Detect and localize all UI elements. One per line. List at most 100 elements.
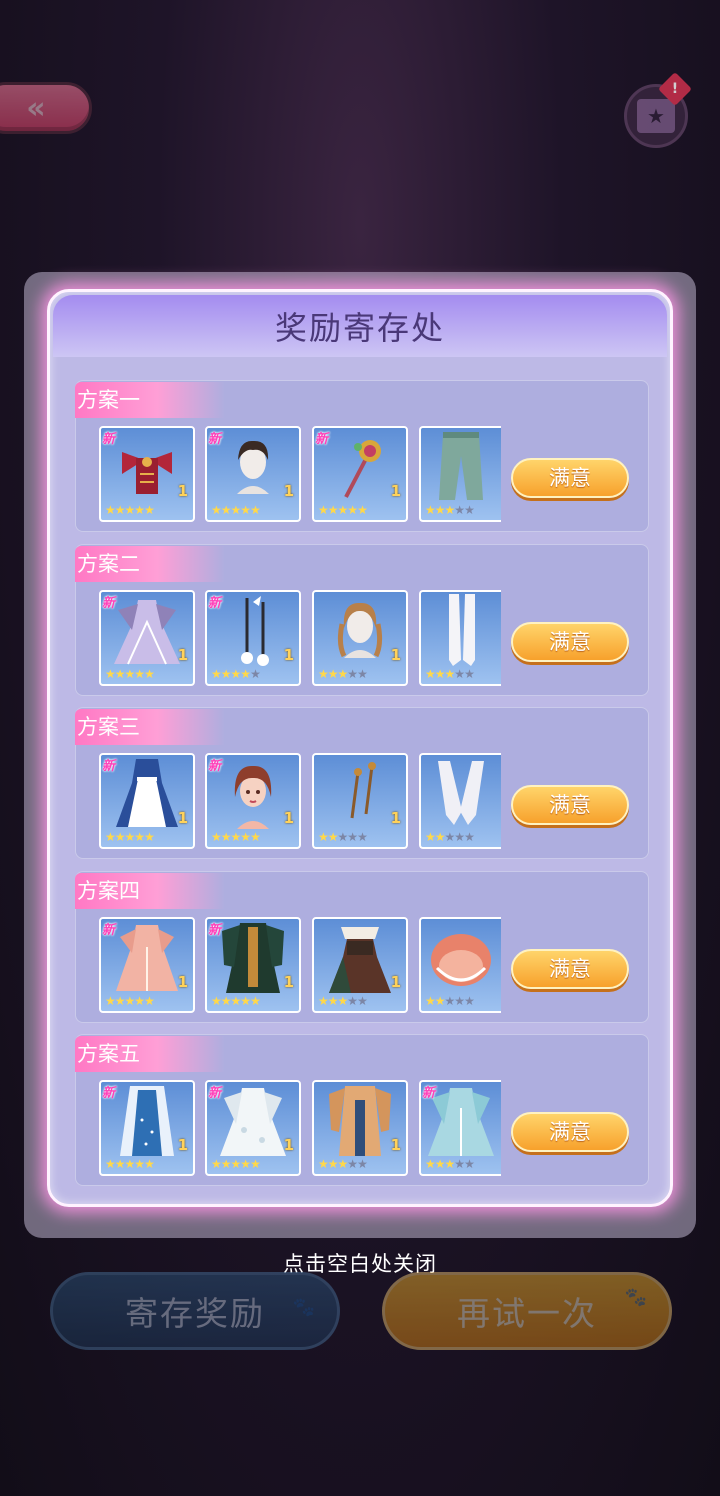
star-rating: ★★★★★ bbox=[318, 503, 368, 517]
maid-dress-icon bbox=[108, 755, 186, 837]
star-icon: ★ bbox=[105, 994, 116, 1008]
star-icon: ★ bbox=[464, 667, 475, 681]
star-icon: ★ bbox=[337, 503, 349, 517]
item-count: 1 bbox=[390, 1136, 401, 1154]
star-icon: ★ bbox=[220, 994, 232, 1008]
star-icon: ★ bbox=[318, 994, 329, 1008]
star-icon: ★ bbox=[327, 1157, 339, 1171]
star-icon: ★ bbox=[124, 667, 136, 681]
star-rating: ★★★★★ bbox=[318, 667, 368, 681]
star-icon: ★ bbox=[211, 503, 222, 517]
star-rating: ★★★★★ bbox=[105, 503, 155, 517]
star-rating: ★★★★★ bbox=[318, 830, 368, 844]
reward-item-peach-gown[interactable]: 新 1 ★★★★★ bbox=[99, 917, 195, 1013]
star-icon: ★ bbox=[425, 994, 436, 1008]
gift-box-button[interactable]: ★ ! bbox=[624, 72, 692, 148]
star-icon: ★ bbox=[318, 503, 329, 517]
star-icon: ★ bbox=[454, 503, 465, 517]
item-count: 1 bbox=[283, 973, 294, 991]
paw-icon: 🐾 bbox=[624, 1287, 649, 1308]
plan-label: 方案三 bbox=[75, 709, 225, 745]
reward-item-blue-robe[interactable]: 新 1 ★★★★★ bbox=[99, 1080, 195, 1176]
star-icon: ★ bbox=[444, 830, 456, 844]
item-count: 1 bbox=[177, 482, 188, 500]
star-icon: ★ bbox=[425, 1157, 436, 1171]
star-icon: ★ bbox=[347, 503, 358, 517]
new-tag: 新 bbox=[422, 1086, 436, 1101]
deposit-reward-button[interactable]: 寄存奖励 🐾 bbox=[50, 1272, 340, 1350]
star-icon: ★ bbox=[327, 667, 339, 681]
reward-item-candy-wand[interactable]: 新 1 ★★★★★ bbox=[312, 426, 408, 522]
star-icon: ★ bbox=[434, 667, 446, 681]
star-icon: ★ bbox=[240, 667, 251, 681]
white-gloves-icon bbox=[428, 755, 494, 835]
star-icon: ★ bbox=[144, 667, 155, 681]
star-rating: ★★★★★ bbox=[211, 503, 261, 517]
star-icon: ★ bbox=[454, 994, 465, 1008]
reward-item-tan-long-coat[interactable]: 1 ★★★★★ bbox=[312, 1080, 408, 1176]
star-icon: ★ bbox=[144, 830, 155, 844]
satisfied-button[interactable]: 满意 bbox=[511, 949, 629, 989]
star-icon: ★ bbox=[124, 503, 136, 517]
star-rating: ★★★★★ bbox=[318, 994, 368, 1008]
star-icon: ★ bbox=[444, 1157, 456, 1171]
reward-item-ribbon-earrings[interactable]: 新 1 ★★★★★ bbox=[205, 590, 301, 686]
modal-title: 奖励寄存处 bbox=[274, 309, 445, 347]
reward-item-brown-corset-dress[interactable]: 1 ★★★★★ bbox=[312, 917, 408, 1013]
satisfied-button[interactable]: 满意 bbox=[511, 622, 629, 662]
new-tag: 新 bbox=[208, 1086, 222, 1101]
star-rating: ★★★★★ bbox=[211, 1157, 261, 1171]
retry-button[interactable]: 再试一次 🐾 bbox=[382, 1272, 672, 1350]
reward-item-bronze-hairpins[interactable]: 1 ★★★★★ bbox=[312, 753, 408, 849]
star-icon: ★ bbox=[444, 667, 456, 681]
brown-corset-dress-icon bbox=[321, 919, 399, 1001]
item-count: 1 bbox=[390, 973, 401, 991]
item-count: 1 bbox=[177, 1136, 188, 1154]
star-icon: ★ bbox=[347, 994, 358, 1008]
item-count: 1 bbox=[390, 646, 401, 664]
dark-green-coat-icon bbox=[214, 919, 292, 1001]
reward-item-short-hair-head[interactable]: 新 1 ★★★★★ bbox=[205, 426, 301, 522]
star-icon: ★ bbox=[230, 994, 242, 1008]
reward-item-dark-green-coat[interactable]: 新 1 ★★★★★ bbox=[205, 917, 301, 1013]
satisfied-button[interactable]: 满意 bbox=[511, 785, 629, 825]
back-button[interactable]: « bbox=[0, 82, 92, 134]
plan-row: 方案四新 1 ★★★★★ 新 1 ★★★★★ 1 ★★★★★ ★★★★★ 满意 bbox=[75, 871, 649, 1023]
reward-item-braided-hair-head[interactable]: 1 ★★★★★ bbox=[312, 590, 408, 686]
star-icon: ★ bbox=[250, 994, 261, 1008]
reward-item-peach-bonnet[interactable]: ★★★★★ bbox=[419, 917, 501, 1013]
star-icon: ★ bbox=[318, 667, 329, 681]
star-icon: ★ bbox=[144, 1157, 155, 1171]
satisfied-button[interactable]: 满意 bbox=[511, 458, 629, 498]
reward-item-maid-dress[interactable]: 新 1 ★★★★★ bbox=[99, 753, 195, 849]
reward-item-auburn-hair-face[interactable]: 新 1 ★★★★★ bbox=[205, 753, 301, 849]
star-icon: ★ bbox=[327, 830, 339, 844]
reward-item-lavender-gown[interactable]: 新 1 ★★★★★ bbox=[99, 590, 195, 686]
reward-item-white-stockings[interactable]: ★★★★★ bbox=[419, 590, 501, 686]
reward-item-white-floral-gown[interactable]: 新 1 ★★★★★ bbox=[205, 1080, 301, 1176]
plan-label: 方案一 bbox=[75, 382, 225, 418]
plan-row: 方案一新 1 ★★★★★ 新 1 ★★★★★ 新 1 ★★★★★ ★★★★★ 满意 bbox=[75, 380, 649, 532]
star-icon: ★ bbox=[464, 1157, 475, 1171]
reward-item-red-bow-top[interactable]: 新 1 ★★★★★ bbox=[99, 426, 195, 522]
short-hair-head-icon bbox=[223, 430, 283, 506]
plan-row: 方案二新 1 ★★★★★ 新 1 ★★★★★ 1 ★★★★★ ★★★★★ 满意 bbox=[75, 544, 649, 696]
peach-bonnet-icon bbox=[423, 922, 499, 996]
star-icon: ★ bbox=[357, 503, 368, 517]
star-icon: ★ bbox=[240, 830, 251, 844]
satisfied-button[interactable]: 满意 bbox=[511, 1112, 629, 1152]
star-icon: ★ bbox=[318, 830, 329, 844]
star-icon: ★ bbox=[220, 1157, 232, 1171]
star-icon: ★ bbox=[240, 1157, 251, 1171]
star-rating: ★★★★★ bbox=[105, 994, 155, 1008]
star-icon: ★ bbox=[464, 503, 475, 517]
star-icon: ★ bbox=[250, 503, 261, 517]
reward-item-pale-blue-gown[interactable]: 新 ★★★★★ bbox=[419, 1080, 501, 1176]
auburn-hair-face-icon bbox=[223, 755, 283, 835]
bronze-hairpins-icon bbox=[330, 758, 390, 832]
reward-item-white-gloves[interactable]: ★★★★★ bbox=[419, 753, 501, 849]
star-icon: ★ bbox=[220, 667, 232, 681]
reward-item-green-pants[interactable]: ★★★★★ bbox=[419, 426, 501, 522]
star-icon: ★ bbox=[211, 994, 222, 1008]
star-icon: ★ bbox=[357, 1157, 368, 1171]
